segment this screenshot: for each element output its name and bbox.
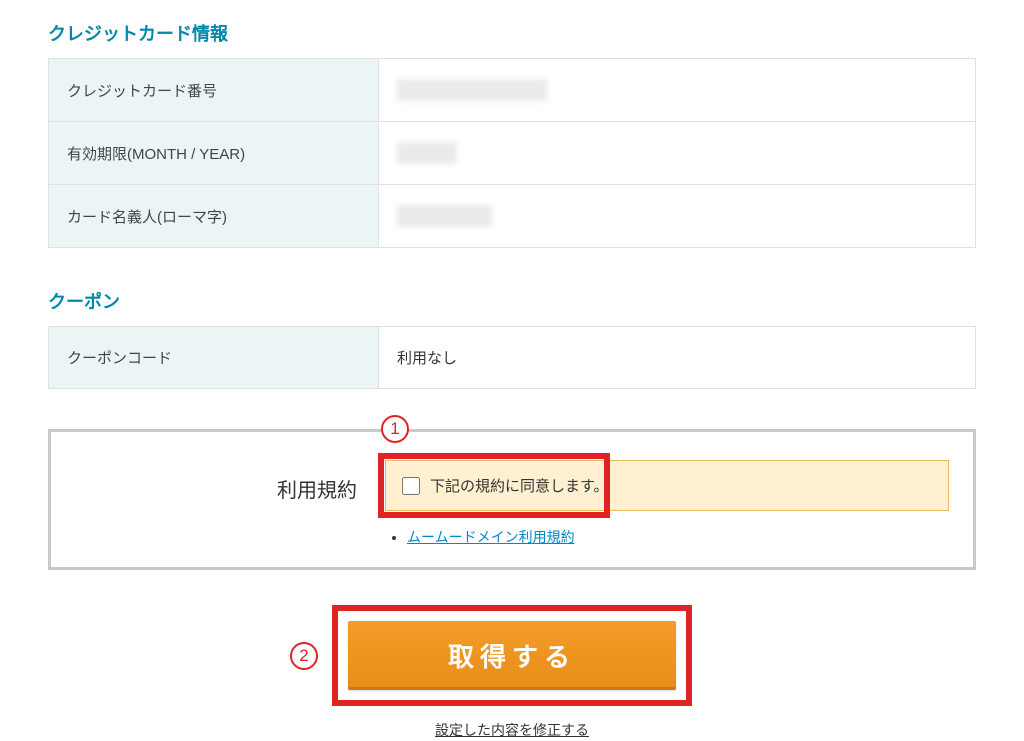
blurred-card-number: xxxx xxxx xxxx [397, 79, 547, 101]
coupon-section: クーポン クーポンコード 利用なし [48, 288, 976, 389]
expiry-label: 有効期限(MONTH / YEAR) [49, 122, 379, 185]
submit-section: 2 取得する 設定した内容を修正する [48, 605, 976, 740]
annotation-step-2: 2 [290, 642, 318, 670]
terms-link-row: ムームードメイン利用規約 [385, 527, 949, 547]
terms-content: 下記の規約に同意します。 ムームードメイン利用規約 [385, 460, 949, 547]
credit-card-table: クレジットカード番号 xxxx xxxx xxxx 有効期限(MONTH / Y… [48, 58, 976, 248]
agree-checkbox[interactable] [402, 477, 420, 495]
agree-text: 下記の規約に同意します。 [430, 475, 609, 496]
cardholder-label: カード名義人(ローマ字) [49, 185, 379, 248]
terms-link-item: ムームードメイン利用規約 [407, 527, 949, 547]
agree-box: 下記の規約に同意します。 [385, 460, 949, 511]
credit-card-section: クレジットカード情報 クレジットカード番号 xxxx xxxx xxxx 有効期… [48, 20, 976, 248]
submit-highlight-border: 2 取得する [332, 605, 692, 706]
table-row: クーポンコード 利用なし [49, 327, 976, 389]
card-number-value: xxxx xxxx xxxx [379, 59, 976, 122]
coupon-table: クーポンコード 利用なし [48, 326, 976, 389]
terms-of-use-link[interactable]: ムームードメイン利用規約 [407, 529, 575, 545]
edit-settings-link[interactable]: 設定した内容を修正する [48, 720, 976, 740]
acquire-button[interactable]: 取得する [348, 621, 676, 690]
coupon-title: クーポン [48, 288, 976, 314]
credit-card-title: クレジットカード情報 [48, 20, 976, 46]
card-number-label: クレジットカード番号 [49, 59, 379, 122]
expiry-value: xx xx [379, 122, 976, 185]
table-row: カード名義人(ローマ字) xxxx xxxx [49, 185, 976, 248]
annotation-step-2-wrap: 2 [290, 642, 318, 670]
cardholder-value: xxxx xxxx [379, 185, 976, 248]
terms-label: 利用規約 [75, 460, 385, 503]
coupon-code-value: 利用なし [379, 327, 976, 389]
blurred-cardholder: xxxx xxxx [397, 205, 492, 227]
terms-row: 利用規約 下記の規約に同意します。 ムームードメイン利用規約 [75, 460, 949, 547]
annotation-step-1: 1 [381, 415, 409, 443]
blurred-expiry: xx xx [397, 142, 457, 164]
coupon-code-label: クーポンコード [49, 327, 379, 389]
table-row: クレジットカード番号 xxxx xxxx xxxx [49, 59, 976, 122]
terms-section: 1 利用規約 下記の規約に同意します。 ムームードメイン利用規約 [48, 429, 976, 570]
table-row: 有効期限(MONTH / YEAR) xx xx [49, 122, 976, 185]
